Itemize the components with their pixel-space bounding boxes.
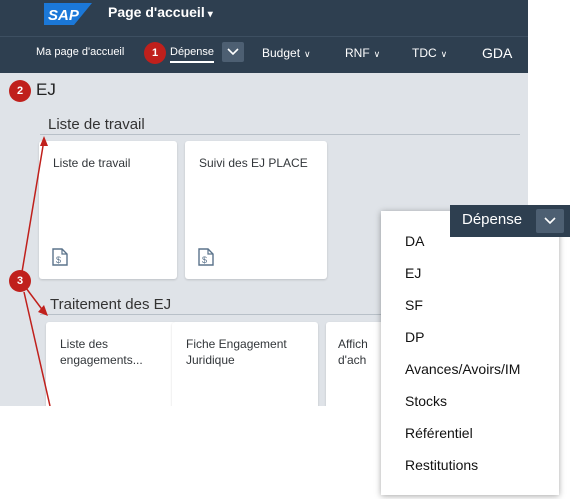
depense-menu-toggle[interactable] xyxy=(536,209,564,233)
depense-menu-label: Dépense xyxy=(462,211,523,228)
menu-item-sf[interactable]: SF xyxy=(405,297,423,313)
chevron-down-icon xyxy=(544,217,556,225)
menu-item-da[interactable]: DA xyxy=(405,233,424,249)
menu-item-dp[interactable]: DP xyxy=(405,329,424,345)
menu-item-ej[interactable]: EJ xyxy=(405,265,421,281)
menu-item-referentiel[interactable]: Référentiel xyxy=(405,425,473,441)
depense-menu-header[interactable]: Dépense xyxy=(450,205,570,237)
menu-item-restitutions[interactable]: Restitutions xyxy=(405,457,478,473)
menu-item-avances[interactable]: Avances/Avoirs/IM xyxy=(405,361,520,377)
menu-item-stocks[interactable]: Stocks xyxy=(405,393,447,409)
depense-dropdown-menu: DA EJ SF DP Avances/Avoirs/IM Stocks Réf… xyxy=(381,211,559,495)
